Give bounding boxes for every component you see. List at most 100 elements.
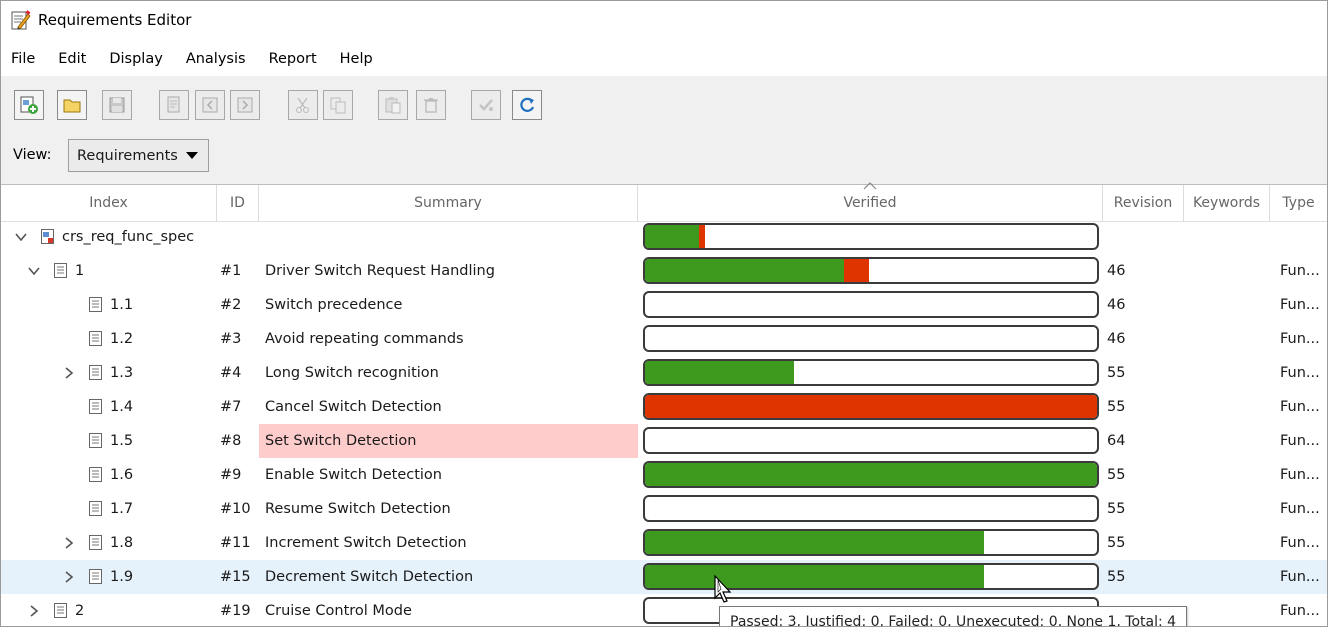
menu-file[interactable]: File [11, 51, 35, 67]
table-header: Index ID Summary Verified Revision Keywo… [1, 182, 1327, 222]
table-row[interactable]: 1.1 #2 Switch precedence 46 Fun... [1, 288, 1327, 322]
column-header-verified[interactable]: Verified [638, 182, 1103, 221]
requirement-icon [89, 467, 102, 482]
row-id: #19 [220, 603, 251, 619]
column-header-summary[interactable]: Summary [259, 185, 638, 221]
column-header-type-label: Type [1282, 195, 1315, 211]
column-header-keywords[interactable]: Keywords [1184, 185, 1270, 221]
passed-segment [645, 531, 984, 554]
chevron-right-icon[interactable] [28, 605, 40, 617]
view-label: View: [13, 147, 52, 163]
delete-button[interactable] [416, 90, 446, 120]
chevron-down-icon[interactable] [28, 265, 40, 277]
table-row[interactable]: 1.9 #15 Decrement Switch Detection 55 Fun... [1, 560, 1327, 594]
copy-icon [330, 97, 346, 114]
row-index: 2 [75, 603, 85, 619]
row-summary: Increment Switch Detection [265, 535, 467, 551]
row-revision: 46 [1107, 331, 1126, 347]
menu-analysis[interactable]: Analysis [186, 51, 246, 67]
row-index: 1.3 [110, 365, 134, 381]
row-summary: Driver Switch Request Handling [265, 263, 495, 279]
table-row[interactable]: 1.7 #10 Resume Switch Detection 55 Fun... [1, 492, 1327, 526]
chevron-down-icon [186, 152, 198, 159]
add-requirement-button[interactable] [159, 90, 189, 120]
demote-icon [202, 97, 218, 113]
chevron-right-icon[interactable] [63, 571, 75, 583]
menu-help[interactable]: Help [340, 51, 373, 67]
menu-edit[interactable]: Edit [58, 51, 86, 67]
verification-status-bar[interactable] [643, 393, 1099, 420]
copy-button[interactable] [323, 90, 353, 120]
table-row[interactable]: 1.6 #9 Enable Switch Detection 55 Fun... [1, 458, 1327, 492]
requirement-icon [54, 263, 67, 278]
column-header-revision[interactable]: Revision [1103, 185, 1184, 221]
open-button[interactable] [57, 90, 87, 120]
row-summary: Avoid repeating commands [265, 331, 464, 347]
column-header-index[interactable]: Index [1, 185, 217, 221]
row-index: 1.1 [110, 297, 134, 313]
row-type: Fun... [1280, 501, 1320, 517]
menu-bar: File Edit Display Analysis Report Help [1, 43, 386, 75]
demote-button[interactable] [195, 90, 225, 120]
new-requirement-set-button[interactable] [14, 90, 44, 120]
row-id: #10 [220, 501, 251, 517]
table-row[interactable]: 1.2 #3 Avoid repeating commands 46 Fun... [1, 322, 1327, 356]
menu-display[interactable]: Display [109, 51, 162, 67]
sort-ascending-icon [863, 182, 877, 190]
row-type: Fun... [1280, 297, 1320, 313]
row-id: #4 [220, 365, 242, 381]
paste-button[interactable] [378, 90, 408, 120]
verification-status-bar[interactable] [643, 359, 1099, 386]
requirement-icon [89, 433, 102, 448]
requirement-icon [89, 365, 102, 380]
row-id: #8 [220, 433, 242, 449]
column-header-summary-label: Summary [414, 195, 482, 211]
row-type: Fun... [1280, 399, 1320, 415]
row-id: #9 [220, 467, 242, 483]
menu-report[interactable]: Report [269, 51, 317, 67]
table-row[interactable]: 1.5 #8 Set Switch Detection 64 Fun... [1, 424, 1327, 458]
row-index: 1.5 [110, 433, 134, 449]
table-row[interactable]: 1 #1 Driver Switch Request Handling 46 Fun..… [1, 254, 1327, 288]
cut-button[interactable] [288, 90, 318, 120]
verification-status-bar[interactable] [643, 461, 1099, 488]
promote-button[interactable] [230, 90, 260, 120]
verification-status-bar[interactable] [643, 495, 1099, 522]
row-revision: 46 [1107, 297, 1126, 313]
refresh-button[interactable] [512, 90, 542, 120]
chevron-down-icon[interactable] [15, 231, 27, 243]
toolbar: View: Requirements [1, 76, 1327, 184]
new-requirement-set-icon [20, 96, 38, 114]
row-revision: 55 [1107, 399, 1126, 415]
verify-button[interactable] [471, 90, 501, 120]
row-index: crs_req_func_spec [62, 229, 195, 245]
chevron-right-icon[interactable] [63, 537, 75, 549]
table-row[interactable]: 1.3 #4 Long Switch recognition 55 Fun... [1, 356, 1327, 390]
verification-status-bar[interactable] [643, 257, 1099, 284]
column-header-id[interactable]: ID [217, 185, 259, 221]
verification-status-bar[interactable] [643, 325, 1099, 352]
verification-status-bar[interactable] [643, 427, 1099, 454]
view-dropdown[interactable]: Requirements [68, 139, 209, 172]
passed-segment [645, 225, 699, 248]
row-revision: 46 [1107, 263, 1126, 279]
verification-status-bar[interactable] [643, 223, 1099, 250]
row-revision: 55 [1107, 467, 1126, 483]
table-row[interactable]: 1.8 #11 Increment Switch Detection 55 Fun... [1, 526, 1327, 560]
verification-status-bar[interactable] [643, 529, 1099, 556]
passed-segment [645, 463, 1097, 486]
requirement-icon [89, 569, 102, 584]
save-button[interactable] [102, 90, 132, 120]
table-row[interactable]: crs_req_func_spec [1, 220, 1327, 254]
verification-status-bar[interactable] [643, 291, 1099, 318]
column-header-verified-label: Verified [843, 195, 897, 211]
row-revision: 55 [1107, 535, 1126, 551]
row-revision: 64 [1107, 433, 1126, 449]
column-header-type[interactable]: Type [1270, 185, 1327, 221]
row-id: #2 [220, 297, 242, 313]
verification-status-bar[interactable] [643, 563, 1099, 590]
table-row[interactable]: 1.4 #7 Cancel Switch Detection 55 Fun... [1, 390, 1327, 424]
row-index: 1.4 [110, 399, 134, 415]
row-type: Fun... [1280, 569, 1320, 585]
chevron-right-icon[interactable] [63, 367, 75, 379]
